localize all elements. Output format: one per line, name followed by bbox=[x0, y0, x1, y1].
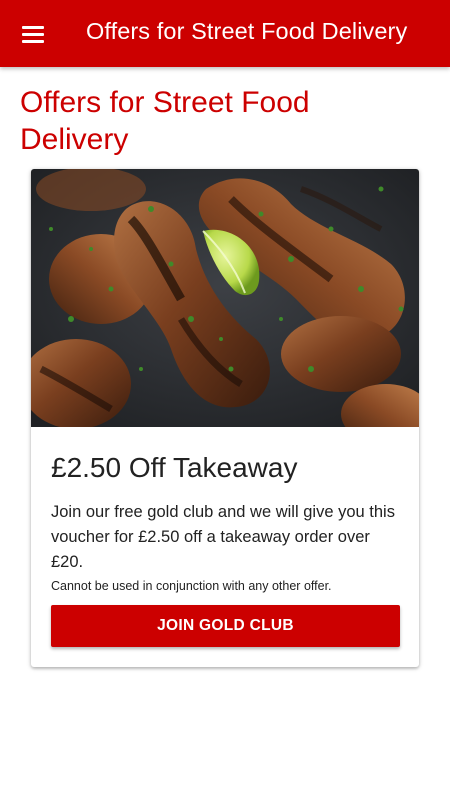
app-bar: Offers for Street Food Delivery bbox=[0, 0, 450, 67]
offer-image bbox=[31, 169, 419, 427]
join-gold-club-button[interactable]: JOIN GOLD CLUB bbox=[51, 605, 400, 647]
offer-description: Join our free gold club and we will give… bbox=[51, 503, 395, 571]
offer-note: Cannot be used in conjunction with any o… bbox=[51, 579, 332, 593]
page-title: Offers for Street Food Delivery bbox=[20, 86, 310, 156]
offer-title: £2.50 Off Takeaway bbox=[51, 452, 298, 483]
offer-card: £2.50 Off Takeaway Join our free gold cl… bbox=[31, 169, 419, 667]
hamburger-menu-icon[interactable] bbox=[22, 20, 54, 48]
app-bar-title: Offers for Street Food Delivery bbox=[86, 18, 408, 44]
